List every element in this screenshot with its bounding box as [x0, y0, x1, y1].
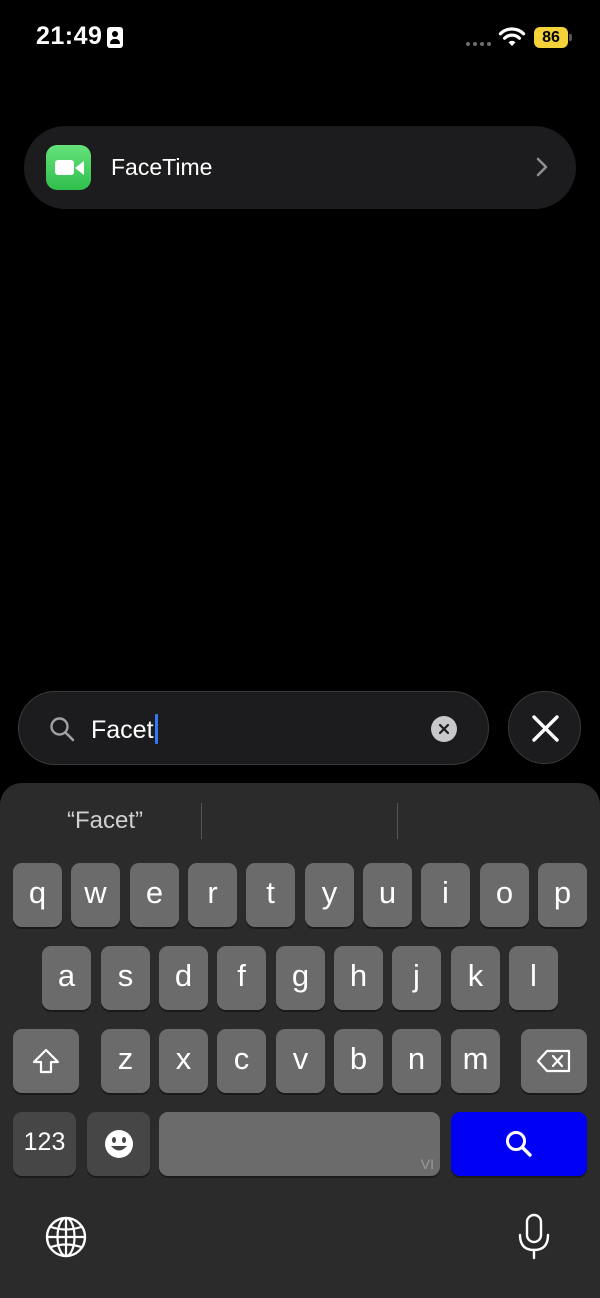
key-a[interactable]: a [42, 946, 91, 1010]
key-o[interactable]: o [480, 863, 529, 927]
key-h[interactable]: h [334, 946, 383, 1010]
suggestion-divider [201, 803, 202, 839]
space-key[interactable]: VI [159, 1112, 440, 1176]
key-t[interactable]: t [246, 863, 295, 927]
keyboard: “Facet” q w e r t y u i o p a s d f g h … [0, 783, 600, 1298]
key-r[interactable]: r [188, 863, 237, 927]
search-icon [50, 717, 75, 742]
clear-x-icon [438, 723, 450, 735]
wifi-icon [498, 27, 526, 46]
key-n[interactable]: n [392, 1029, 441, 1093]
microphone-icon[interactable] [516, 1213, 552, 1261]
globe-icon[interactable] [44, 1215, 88, 1259]
battery-tip [569, 34, 572, 41]
clear-text-button[interactable] [431, 716, 457, 742]
key-g[interactable]: g [276, 946, 325, 1010]
signal-dots-icon [466, 42, 491, 46]
battery-icon: 86 [534, 27, 568, 48]
key-q[interactable]: q [13, 863, 62, 927]
backspace-icon [536, 1049, 571, 1073]
emoji-icon [104, 1130, 133, 1158]
key-b[interactable]: b [334, 1029, 383, 1093]
key-v[interactable]: v [276, 1029, 325, 1093]
suggestion-divider [397, 803, 398, 839]
result-label: FaceTime [111, 154, 213, 180]
key-u[interactable]: u [363, 863, 412, 927]
status-time: 21:49 [36, 22, 103, 50]
search-value: Facet [91, 716, 154, 744]
search-key[interactable] [451, 1112, 587, 1176]
key-l[interactable]: l [509, 946, 558, 1010]
suggestion-item[interactable]: “Facet” [10, 807, 200, 835]
key-m[interactable]: m [451, 1029, 500, 1093]
key-c[interactable]: c [217, 1029, 266, 1093]
key-y[interactable]: y [305, 863, 354, 927]
shift-key[interactable] [13, 1029, 79, 1093]
facetime-app-icon [46, 145, 91, 190]
key-i[interactable]: i [421, 863, 470, 927]
close-search-button[interactable] [508, 691, 581, 764]
search-icon [506, 1131, 532, 1157]
shift-arrow-icon [32, 1048, 60, 1074]
key-e[interactable]: e [130, 863, 179, 927]
key-j[interactable]: j [392, 946, 441, 1010]
key-w[interactable]: w [71, 863, 120, 927]
key-d[interactable]: d [159, 946, 208, 1010]
text-caret [154, 714, 158, 744]
key-f[interactable]: f [217, 946, 266, 1010]
emoji-key[interactable] [87, 1112, 150, 1176]
key-k[interactable]: k [451, 946, 500, 1010]
search-result-facetime[interactable]: FaceTime [24, 126, 576, 209]
key-s[interactable]: s [101, 946, 150, 1010]
status-bar: 21:49 86 [0, 0, 600, 76]
suggestion-bar: “Facet” [0, 783, 600, 859]
key-x[interactable]: x [159, 1029, 208, 1093]
key-p[interactable]: p [538, 863, 587, 927]
close-icon [532, 715, 559, 742]
key-z[interactable]: z [101, 1029, 150, 1093]
search-input[interactable]: Facet [18, 691, 489, 765]
numbers-key[interactable]: 123 [13, 1112, 76, 1176]
search-input-text[interactable]: Facet [91, 714, 158, 745]
keyboard-language-badge: VI [420, 1156, 434, 1172]
contact-card-icon [107, 27, 123, 48]
delete-key[interactable] [521, 1029, 587, 1093]
chevron-right-icon [536, 157, 548, 177]
